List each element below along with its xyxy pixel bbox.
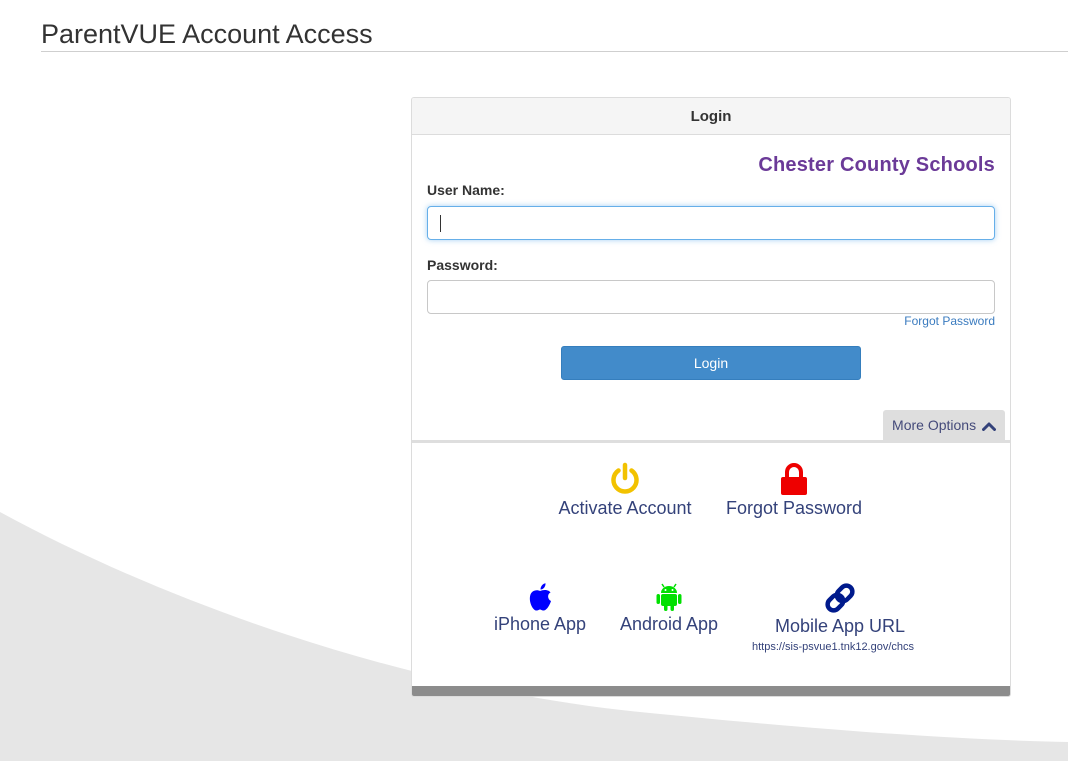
more-options-toggle[interactable]: More Options xyxy=(883,410,1005,440)
activate-account-option[interactable]: Activate Account xyxy=(550,462,700,519)
more-options-label: More Options xyxy=(892,417,977,433)
password-label: Password: xyxy=(427,257,498,273)
forgot-password-label: Forgot Password xyxy=(725,498,863,518)
login-button[interactable]: Login xyxy=(561,346,861,380)
forgot-password-option[interactable]: Forgot Password xyxy=(719,462,869,519)
iphone-app-label: iPhone App xyxy=(493,614,587,634)
page-title: ParentVUE Account Access xyxy=(41,19,373,49)
link-icon xyxy=(825,583,855,613)
android-app-label: Android App xyxy=(619,614,719,634)
username-label: User Name: xyxy=(427,182,505,198)
login-panel: Login Chester County Schools User Name: … xyxy=(411,97,1011,697)
apple-icon xyxy=(529,583,551,611)
options-divider xyxy=(412,440,1010,443)
text-caret xyxy=(440,215,441,232)
lock-icon xyxy=(781,463,807,495)
username-input[interactable] xyxy=(427,206,995,240)
panel-heading: Login xyxy=(412,98,1010,135)
mobile-app-url-option[interactable]: Mobile App URL xyxy=(760,582,920,637)
password-input[interactable] xyxy=(427,280,995,314)
panel-footer-bar xyxy=(412,686,1010,696)
android-app-option[interactable]: Android App xyxy=(614,582,724,635)
forgot-password-link[interactable]: Forgot Password xyxy=(904,314,995,328)
android-icon xyxy=(656,583,682,611)
iphone-app-option[interactable]: iPhone App xyxy=(485,582,595,635)
mobile-app-url-label: Mobile App URL xyxy=(774,616,906,636)
district-name: Chester County Schools xyxy=(758,154,995,176)
chevron-up-icon xyxy=(981,422,996,432)
page-header: ParentVUE Account Access xyxy=(41,18,1068,52)
mobile-app-url-value: https://sis-psvue1.tnk12.gov/chcs xyxy=(752,641,915,653)
power-icon xyxy=(611,462,639,494)
activate-account-label: Activate Account xyxy=(558,498,692,518)
